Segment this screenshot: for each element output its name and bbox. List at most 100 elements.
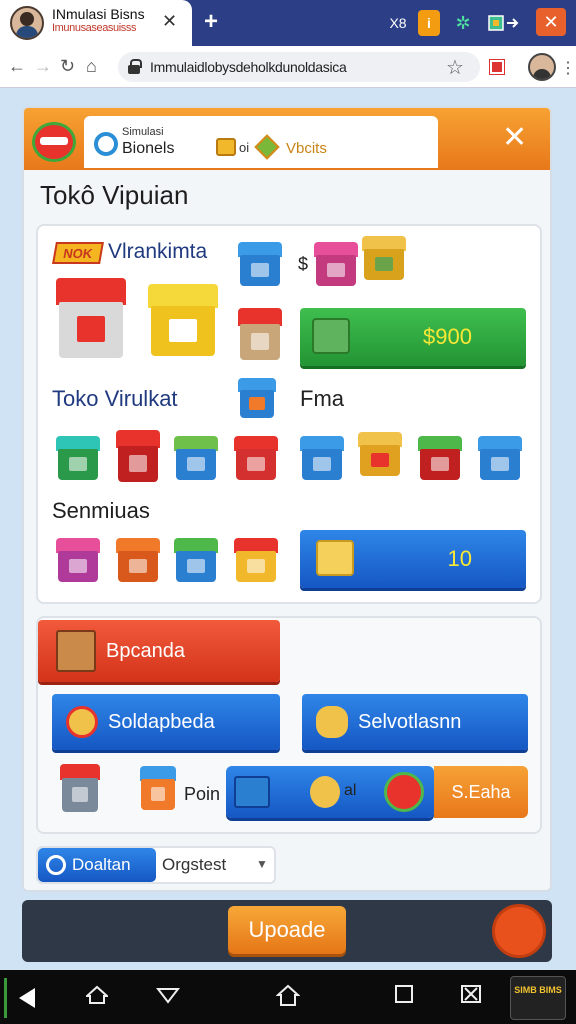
red-house-icon[interactable] <box>234 436 278 480</box>
blue-action-label-1: Soldapbeda <box>108 710 215 733</box>
red-circle-button[interactable] <box>492 904 546 958</box>
shop-items-section: NOK Vlrankimta $ $900 Toko Virulkat Fma … <box>36 224 542 604</box>
crate-icon[interactable] <box>362 236 406 280</box>
red-action-label: Bpcanda <box>106 639 185 662</box>
menu-icon[interactable]: ⋮ <box>560 58 576 78</box>
header-title: Bionels <box>122 140 175 157</box>
reload-icon[interactable]: ↻ <box>60 56 75 77</box>
brand-icon <box>94 132 118 156</box>
home-icon[interactable] <box>275 984 301 1012</box>
pretzel-icon <box>310 776 340 808</box>
bookmark-star-icon[interactable]: ☆ <box>446 55 464 80</box>
profile-avatar[interactable] <box>528 53 556 81</box>
header-title-small: Simulasi <box>122 126 164 138</box>
system-nav-bar: SIMB BIMS <box>0 970 576 1024</box>
down-triangle-icon[interactable] <box>155 984 181 1010</box>
red-action-button[interactable]: Bpcanda <box>38 620 280 682</box>
extension-red-icon[interactable] <box>489 59 505 75</box>
red-shop-small-icon[interactable] <box>60 764 100 812</box>
back-icon[interactable]: ← <box>8 56 26 77</box>
avatar-icon <box>10 6 44 40</box>
new-tab-button[interactable]: + <box>204 8 218 36</box>
home-outline-icon[interactable] <box>84 984 110 1010</box>
home-icon[interactable]: ⌂ <box>86 56 97 77</box>
blue-action-button-1[interactable]: Soldapbeda <box>52 694 280 750</box>
select-button-label: Doaltan <box>72 855 131 874</box>
url-text: Immulaidlobysdeholkdunoldasica <box>150 59 347 75</box>
shopping-cart-icon[interactable] <box>56 278 126 358</box>
poin-label: Poin <box>184 784 221 804</box>
refresh-icon <box>46 855 66 875</box>
panel-header: Simulasi Bionels oi Vbcits ✕ <box>24 108 550 170</box>
blue-action-label-2: Selvotlasnn <box>358 710 462 733</box>
game-panel: Simulasi Bionels oi Vbcits ✕ Tokô Vipuia… <box>22 106 552 892</box>
currency-label: oi <box>239 140 250 155</box>
extra-label: Fma <box>300 386 344 411</box>
select-action-button[interactable]: Doaltan <box>38 848 156 882</box>
url-field[interactable]: Immulaidlobysdeholkdunoldasica ☆ <box>118 52 480 82</box>
chevron-down-icon[interactable]: ▼ <box>256 857 268 871</box>
window-close-button[interactable]: ✕ <box>536 8 566 36</box>
gem-icon <box>254 134 280 160</box>
recents-icon[interactable] <box>394 984 414 1010</box>
produce-stand-icon[interactable] <box>418 436 462 480</box>
upgrade-button[interactable]: Upoade <box>228 906 346 954</box>
orange-pill-button[interactable]: S.Eaha <box>434 766 528 818</box>
fruit-crate-icon[interactable] <box>238 378 276 418</box>
target-icon <box>66 706 98 738</box>
extension-link-icon[interactable]: ✲ <box>452 10 474 36</box>
lock-icon <box>128 59 142 74</box>
blue-basket-icon[interactable] <box>300 436 344 480</box>
currency-symbol: $ <box>298 254 309 274</box>
actions-section: Bpcanda Soldapbeda Selvotlasnn Poin al S… <box>36 616 542 834</box>
market-stall-icon[interactable] <box>56 436 100 480</box>
section-services-title: Senmiuas <box>52 498 150 523</box>
blue-kiosk-icon[interactable] <box>174 436 218 480</box>
extension-text-button[interactable]: X8 <box>386 10 410 36</box>
delivery-cart-icon[interactable] <box>116 538 160 582</box>
red-store-icon[interactable] <box>116 430 160 482</box>
address-bar: ← → ↻ ⌂ Immulaidlobysdeholkdunoldasica ☆… <box>0 46 576 88</box>
bottom-bar: Upoade <box>22 900 552 962</box>
panel-close-button[interactable]: ✕ <box>502 120 527 155</box>
promo-thumbnail[interactable]: SIMB BIMS <box>510 976 566 1020</box>
basket-icon <box>312 318 350 354</box>
tab-subtitle: Imunusaseasuisss <box>52 22 137 34</box>
coin-icon <box>216 138 236 156</box>
fruit-icon <box>384 772 424 812</box>
extension-cube-icon[interactable] <box>486 10 520 36</box>
orange-box-icon[interactable] <box>140 766 176 810</box>
points-pill-button[interactable]: al <box>226 766 434 818</box>
extension-info-icon[interactable]: i <box>418 10 440 36</box>
game-logo-icon <box>32 122 76 162</box>
options-select[interactable]: Doaltan Orgstest ▼ <box>36 846 276 884</box>
teal-crate-icon[interactable] <box>174 538 218 582</box>
bin-icon <box>234 776 270 808</box>
browser-tab[interactable]: INmulasi Bisns Imunusaseasuisss ✕ <box>0 0 192 46</box>
gift-box-icon[interactable] <box>314 242 358 286</box>
browser-tab-bar: INmulasi Bisns Imunusaseasuisss ✕ + X8 i… <box>0 0 576 46</box>
package-icon <box>316 540 354 576</box>
orange-crate-icon[interactable] <box>234 538 278 582</box>
pink-shop-icon[interactable] <box>56 538 100 582</box>
select-value[interactable]: Orgstest <box>162 855 226 875</box>
scissors-icon <box>316 706 348 738</box>
crate-icon <box>56 630 96 672</box>
blue-shop-icon[interactable] <box>478 436 522 480</box>
blue-action-button-2[interactable]: Selvotlasnn <box>302 694 528 750</box>
section-new-title: Vlrankimta <box>108 240 208 263</box>
tab-close-icon[interactable]: ✕ <box>162 11 177 32</box>
section-virtual-title: Toko Virulkat <box>52 386 178 411</box>
forward-icon[interactable]: → <box>34 56 52 77</box>
store-item-icon[interactable] <box>238 242 282 286</box>
close-box-icon[interactable] <box>460 984 482 1010</box>
new-badge: NOK <box>52 242 104 264</box>
cash-register-icon[interactable] <box>148 284 218 356</box>
shop-title: Tokô Vipuian <box>40 180 189 210</box>
vbucks-label: Vbcits <box>286 140 327 157</box>
back-icon[interactable] <box>4 978 50 1018</box>
yellow-box-icon[interactable] <box>358 432 402 476</box>
header-tab[interactable]: Simulasi Bionels oi Vbcits <box>84 116 438 168</box>
shop-building-icon[interactable] <box>238 308 282 360</box>
tab-title: INmulasi Bisns <box>52 6 145 22</box>
